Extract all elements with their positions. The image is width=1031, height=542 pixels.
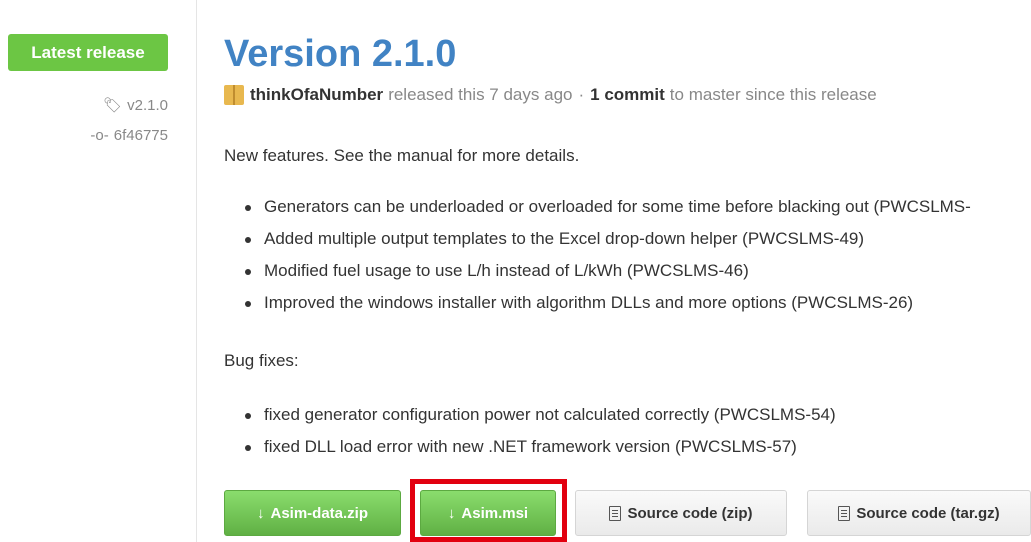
release-sidebar: Latest release 🏷︎ v2.1.0 -o- 6f46775 [0, 0, 195, 542]
author-link[interactable]: thinkOfaNumber [250, 85, 383, 105]
source-code-tar-button[interactable]: Source code (tar.gz) [807, 490, 1031, 536]
list-item: Improved the windows installer with algo… [224, 292, 971, 324]
tag-icon: 🏷︎ [103, 97, 123, 114]
commit-label: 6f46775 [113, 127, 168, 144]
commit-icon: -o- [90, 127, 109, 144]
commit-count-link[interactable]: 1 commit [590, 85, 665, 105]
released-text: released this 7 days ago [388, 85, 573, 104]
feature-list: Generators can be underloaded or overloa… [224, 196, 971, 324]
release-intro: New features. See the manual for more de… [224, 146, 580, 165]
source-zip-label: Source code (zip) [627, 504, 753, 522]
highlight-box [410, 479, 567, 542]
tag-link[interactable]: 🏷︎ v2.1.0 [103, 97, 168, 114]
asset-label: Asim-data.zip [270, 504, 368, 522]
release-title[interactable]: Version 2.1.0 [224, 30, 456, 78]
bug-list: fixed generator configuration power not … [224, 404, 836, 468]
avatar[interactable] [224, 85, 244, 105]
sidebar-divider [196, 0, 197, 542]
bug-fixes-heading: Bug fixes: [224, 351, 299, 370]
list-item: fixed generator configuration power not … [224, 404, 836, 436]
release-body: Version 2.1.0 thinkOfaNumber released th… [224, 0, 1031, 542]
source-tar-label: Source code (tar.gz) [856, 504, 1000, 522]
latest-release-badge: Latest release [8, 34, 168, 71]
byline-separator: · [578, 85, 585, 104]
download-arrow-icon: ↓ [256, 504, 265, 522]
release-byline: thinkOfaNumber released this 7 days ago … [224, 85, 877, 105]
list-item: Modified fuel usage to use L/h instead o… [224, 260, 971, 292]
tag-label: v2.1.0 [127, 97, 168, 114]
file-zip-icon [609, 505, 622, 521]
commit-suffix: to master since this release [669, 85, 877, 104]
commit-link[interactable]: -o- 6f46775 [90, 127, 168, 144]
file-zip-icon [838, 505, 851, 521]
list-item: fixed DLL load error with new .NET frame… [224, 436, 836, 468]
list-item: Added multiple output templates to the E… [224, 228, 971, 260]
download-asim-data-zip-button[interactable]: ↓ Asim-data.zip [224, 490, 401, 536]
list-item: Generators can be underloaded or overloa… [224, 196, 971, 228]
source-code-zip-button[interactable]: Source code (zip) [575, 490, 787, 536]
